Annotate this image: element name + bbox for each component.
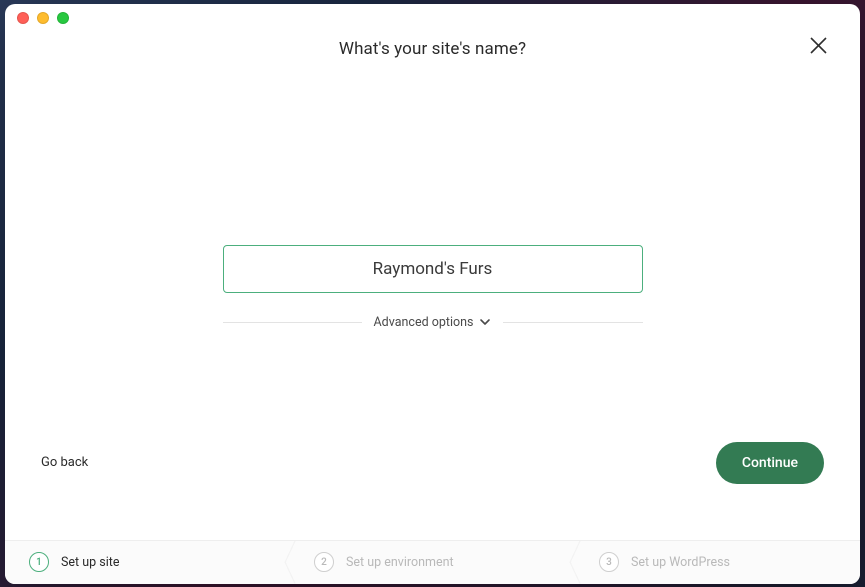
form-area: Advanced options — [223, 245, 643, 330]
chevron-down-icon — [479, 316, 491, 328]
step-number-badge: 2 — [314, 552, 334, 572]
footer-actions: Go back Continue — [5, 442, 860, 484]
site-name-input[interactable] — [223, 245, 643, 293]
step-label: Set up site — [61, 555, 119, 570]
steps-bar: 1 Set up site 2 Set up environment 3 Set… — [5, 540, 860, 584]
app-window: What's your site's name? Advanced option… — [5, 4, 860, 584]
step-setup-environment: 2 Set up environment — [290, 541, 575, 584]
window-zoom-icon[interactable] — [57, 12, 69, 24]
window-titlebar — [5, 4, 860, 32]
advanced-options-row: Advanced options — [223, 315, 643, 330]
step-number-badge: 3 — [599, 552, 619, 572]
advanced-options-label: Advanced options — [374, 315, 474, 330]
go-back-button[interactable]: Go back — [41, 455, 88, 470]
step-label: Set up environment — [346, 555, 454, 570]
step-setup-site: 1 Set up site — [5, 541, 290, 584]
step-number-badge: 1 — [29, 552, 49, 572]
step-setup-wordpress: 3 Set up WordPress — [575, 541, 860, 584]
continue-button[interactable]: Continue — [716, 442, 824, 484]
main-content: What's your site's name? Advanced option… — [5, 32, 860, 540]
window-minimize-icon[interactable] — [37, 12, 49, 24]
advanced-options-toggle[interactable]: Advanced options — [374, 315, 492, 330]
page-title: What's your site's name? — [339, 39, 526, 59]
step-label: Set up WordPress — [631, 555, 730, 570]
divider-right — [503, 322, 642, 323]
divider-left — [223, 322, 362, 323]
window-close-icon[interactable] — [17, 12, 29, 24]
